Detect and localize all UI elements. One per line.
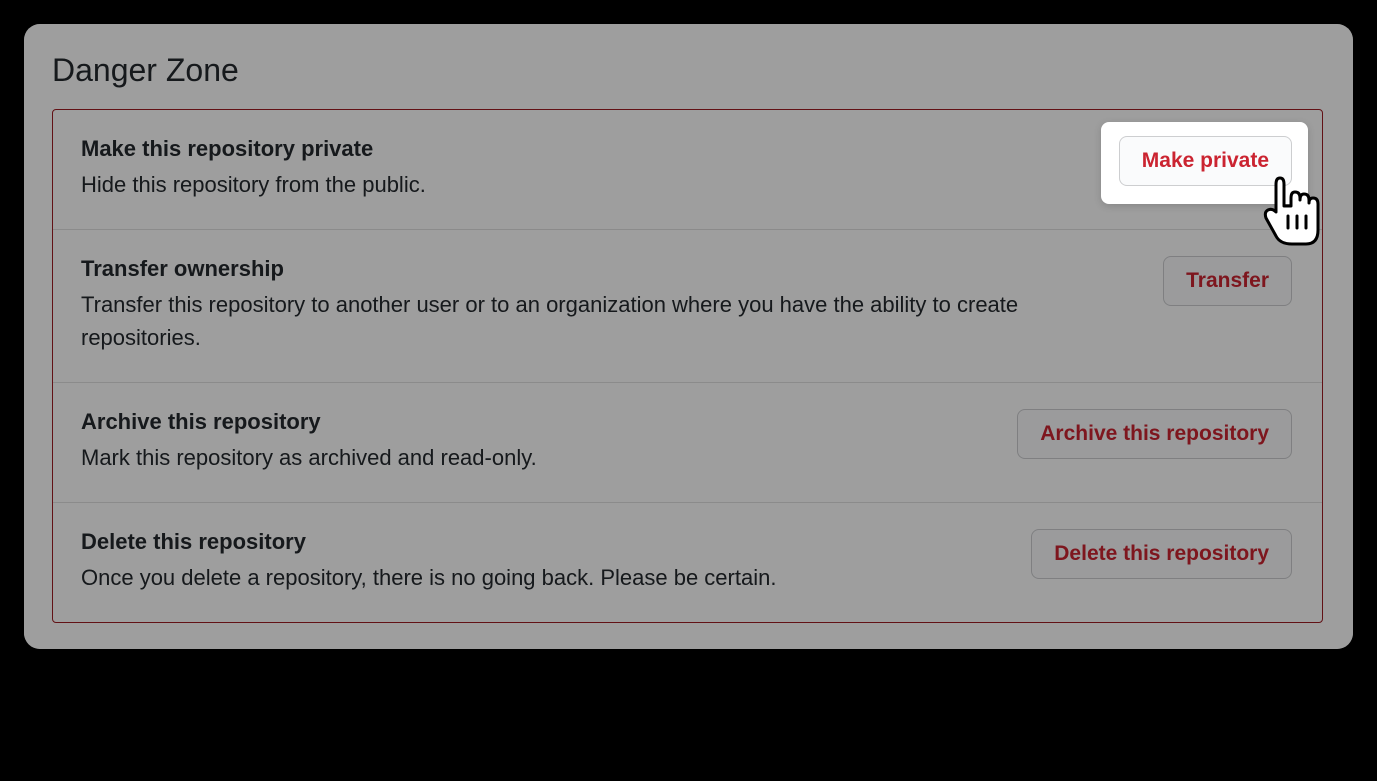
button-highlight-wrapper: Make private — [1119, 136, 1292, 186]
transfer-button[interactable]: Transfer — [1163, 256, 1292, 306]
danger-row-transfer: Transfer ownership Transfer this reposit… — [53, 230, 1322, 383]
archive-button[interactable]: Archive this repository — [1017, 409, 1292, 459]
danger-zone-box: Make this repository private Hide this r… — [52, 109, 1323, 623]
row-description: Once you delete a repository, there is n… — [81, 561, 1011, 594]
row-title: Transfer ownership — [81, 256, 1143, 282]
danger-row-make-private: Make this repository private Hide this r… — [53, 110, 1322, 230]
danger-zone-heading: Danger Zone — [52, 52, 1353, 89]
row-title: Make this repository private — [81, 136, 1099, 162]
row-title: Archive this repository — [81, 409, 997, 435]
danger-zone-panel: Danger Zone Make this repository private… — [24, 24, 1353, 649]
row-title: Delete this repository — [81, 529, 1011, 555]
row-text: Delete this repository Once you delete a… — [81, 529, 1031, 594]
danger-row-delete: Delete this repository Once you delete a… — [53, 503, 1322, 622]
row-text: Transfer ownership Transfer this reposit… — [81, 256, 1163, 354]
row-text: Archive this repository Mark this reposi… — [81, 409, 1017, 474]
row-description: Transfer this repository to another user… — [81, 288, 1143, 354]
row-description: Hide this repository from the public. — [81, 168, 1099, 201]
row-text: Make this repository private Hide this r… — [81, 136, 1119, 201]
danger-row-archive: Archive this repository Mark this reposi… — [53, 383, 1322, 503]
row-description: Mark this repository as archived and rea… — [81, 441, 997, 474]
delete-button[interactable]: Delete this repository — [1031, 529, 1292, 579]
make-private-button[interactable]: Make private — [1119, 136, 1292, 186]
